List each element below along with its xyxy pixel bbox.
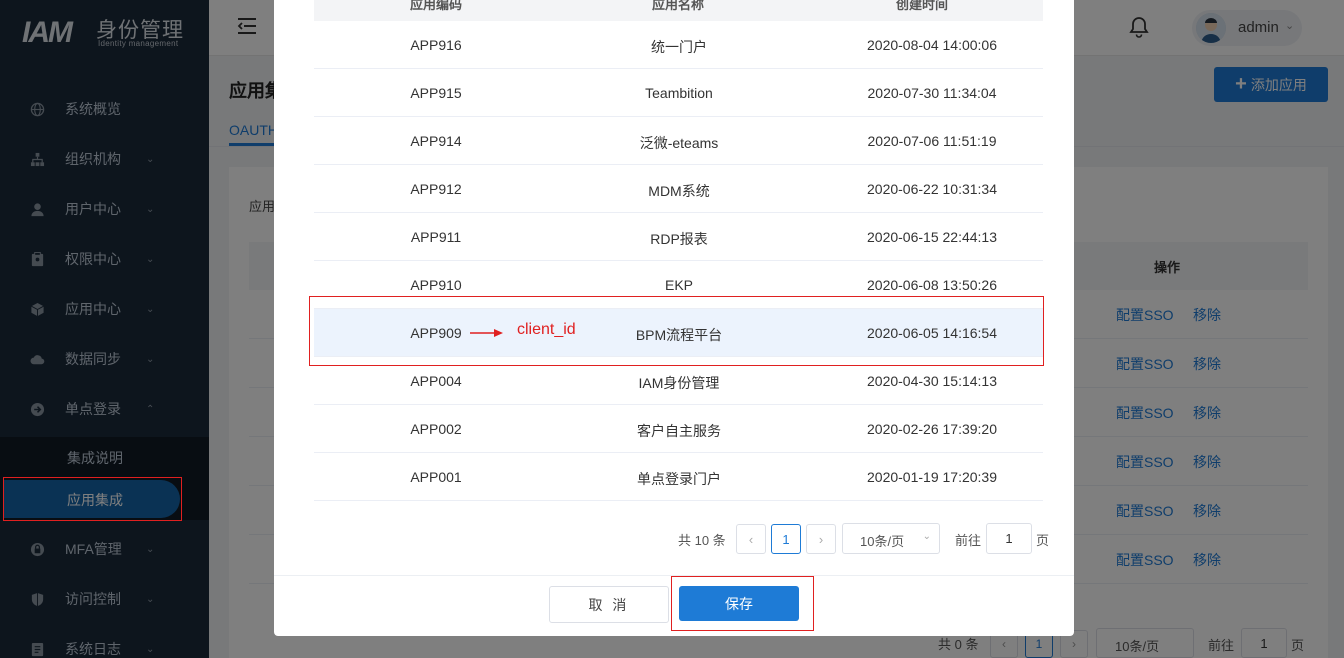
table-row[interactable]: APP911 RDP报表 2020-06-15 22:44:13 bbox=[314, 213, 1043, 261]
app-code: APP004 bbox=[410, 373, 462, 389]
pager-goto-label: 前往 bbox=[955, 533, 982, 548]
app-code: APP915 bbox=[410, 85, 462, 101]
column-header-name: 应用名称 bbox=[652, 0, 705, 12]
table-row[interactable]: APP915 Teambition 2020-07-30 11:34:04 bbox=[314, 69, 1043, 117]
annotation-box-sidebar bbox=[3, 477, 182, 521]
table-row[interactable]: APP912 MDM系统 2020-06-22 10:31:34 bbox=[314, 165, 1043, 213]
app-name: 客户自主服务 bbox=[637, 423, 721, 439]
app-name: IAM身份管理 bbox=[638, 375, 720, 391]
app-code: APP911 bbox=[410, 229, 462, 245]
annotation-box-save bbox=[671, 576, 814, 631]
table-row[interactable]: APP916 统一门户 2020-08-04 14:00:06 bbox=[314, 21, 1043, 69]
app-created: 2020-07-30 11:34:04 bbox=[867, 85, 997, 101]
app-name: EKP bbox=[664, 277, 693, 293]
app-name: MDM系统 bbox=[648, 183, 710, 199]
app-created: 2020-06-08 13:50:26 bbox=[867, 277, 997, 293]
app-created: 2020-06-22 10:31:34 bbox=[867, 181, 997, 197]
app-created: 2020-06-15 22:44:13 bbox=[867, 229, 997, 245]
pager-size-value: 10条/页 bbox=[860, 534, 905, 549]
pager-page-button[interactable]: 1 bbox=[771, 524, 801, 554]
app-code: APP910 bbox=[410, 277, 462, 293]
app-created: 2020-01-19 17:20:39 bbox=[867, 469, 997, 485]
annotation-arrow-icon bbox=[470, 325, 504, 337]
pager-next-button[interactable]: › bbox=[806, 524, 836, 554]
pager-page-unit: 页 bbox=[1036, 533, 1050, 548]
pager-total: 共 10 条 bbox=[678, 533, 726, 548]
chevron-down-icon: ⌄ bbox=[922, 531, 931, 542]
app-code: APP916 bbox=[410, 37, 462, 53]
pager-prev-button[interactable]: ‹ bbox=[736, 524, 766, 554]
pager-size-select[interactable]: 10条/页 ⌄ bbox=[842, 523, 940, 554]
app-code: APP912 bbox=[410, 181, 462, 197]
app-code: APP914 bbox=[410, 133, 462, 149]
app-code: APP002 bbox=[410, 421, 462, 437]
app-name: 统一门户 bbox=[651, 39, 707, 55]
app-name: 单点登录门户 bbox=[637, 471, 721, 487]
table-row[interactable]: APP002 客户自主服务 2020-02-26 17:39:20 bbox=[314, 405, 1043, 453]
select-app-dialog: 应用编码 应用名称 创建时间 APP916 统一门户 2020-08-04 14… bbox=[274, 0, 1074, 636]
app-created: 2020-07-06 11:51:19 bbox=[867, 133, 997, 149]
annotation-client-id: client_id bbox=[517, 321, 576, 338]
app-name: 泛微-eteams bbox=[639, 135, 719, 151]
pager-goto-input[interactable]: 1 bbox=[986, 523, 1032, 554]
dialog-table-header: 应用编码 应用名称 创建时间 bbox=[314, 0, 1043, 21]
app-name: Teambition bbox=[645, 85, 713, 101]
app-created: 2020-04-30 15:14:13 bbox=[867, 373, 997, 389]
table-row[interactable]: APP001 单点登录门户 2020-01-19 17:20:39 bbox=[314, 453, 1043, 501]
app-created: 2020-08-04 14:00:06 bbox=[867, 37, 997, 53]
cancel-button[interactable]: 取 消 bbox=[549, 586, 669, 623]
app-name: RDP报表 bbox=[650, 231, 708, 247]
app-code: APP001 bbox=[410, 469, 462, 485]
app-created: 2020-02-26 17:39:20 bbox=[867, 421, 997, 437]
annotation-box-row bbox=[309, 296, 1044, 366]
table-row[interactable]: APP914 泛微-eteams 2020-07-06 11:51:19 bbox=[314, 117, 1043, 165]
column-header-code: 应用编码 bbox=[410, 0, 463, 12]
column-header-created: 创建时间 bbox=[896, 0, 949, 12]
